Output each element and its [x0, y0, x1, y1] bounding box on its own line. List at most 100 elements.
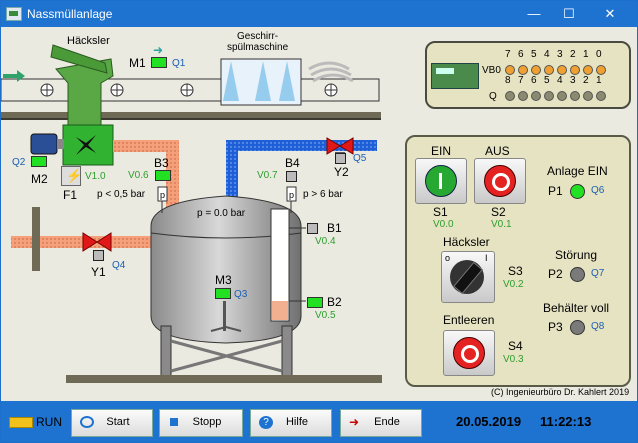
stop-button[interactable]: Stopp [159, 409, 243, 437]
plc-bit-number: 8 [505, 75, 511, 86]
plc-bit-led [518, 91, 528, 101]
plc-bit-number: 2 [583, 75, 589, 86]
q5-label: Q5 [353, 153, 367, 164]
s2-label: S2 [491, 205, 506, 219]
q8-label: Q8 [591, 321, 605, 332]
f1-label: F1 [63, 188, 78, 202]
plc-bit-number: 6 [518, 49, 524, 60]
p3-indicator [570, 320, 585, 335]
plc-bit-number: 2 [570, 49, 576, 60]
p2-label: P2 [548, 267, 563, 281]
plc-bit-led [583, 65, 593, 75]
aus-button[interactable] [474, 158, 526, 204]
plc-bit-led [544, 91, 554, 101]
plc-bit-led [557, 91, 567, 101]
entleeren-label: Entleeren [443, 313, 495, 327]
q7-label: Q7 [591, 268, 605, 279]
plc-bit-led [583, 91, 593, 101]
behaelter-voll-label: Behälter voll [543, 301, 610, 315]
q1-label: Q1 [172, 58, 186, 69]
b1-switch[interactable] [307, 223, 318, 234]
y1-switch[interactable] [93, 250, 104, 261]
v04-label: V0.4 [315, 236, 336, 247]
plc-bit-led [570, 91, 580, 101]
m3-led [215, 288, 231, 299]
b3-led [155, 170, 171, 181]
plc-bit-led [505, 65, 515, 75]
haecksler-label: Häcksler [443, 235, 490, 249]
pressure-readout: p = 0.0 bar [197, 208, 246, 219]
b4-switch[interactable] [286, 171, 297, 182]
plc-bit-number: 1 [583, 49, 589, 60]
q6-label: Q6 [591, 185, 605, 196]
plc-bit-number: 5 [544, 75, 550, 86]
v03-label: V0.3 [503, 354, 524, 365]
start-button[interactable]: Start [71, 409, 153, 437]
p1-indicator [570, 184, 585, 199]
control-panel: EIN AUS S1 V0.0 S2 V0.1 Anlage EIN P1 Q6… [405, 135, 631, 387]
b3-p-text: p [160, 190, 166, 200]
help-button[interactable]: ? Hilfe [250, 409, 332, 437]
m2-led [31, 156, 47, 167]
p3-label: P3 [548, 320, 563, 334]
y1-label: Y1 [91, 265, 106, 279]
plc-bit-led [596, 91, 606, 101]
end-button[interactable]: ➜ Ende [340, 409, 422, 437]
m1-led [151, 57, 167, 68]
p1-label: P1 [548, 184, 563, 198]
m1-label: M1 [129, 56, 146, 70]
haecksler-selector[interactable]: o I [441, 251, 495, 303]
b3-condition: p < 0,5 bar [97, 189, 146, 200]
plc-icon [431, 63, 479, 89]
b1-label: B1 [327, 221, 342, 235]
date-display: 20.05.2019 [456, 414, 522, 429]
plc-row2-label: Q [489, 91, 497, 102]
plc-bit-led [557, 65, 567, 75]
v06-label: V0.6 [128, 170, 149, 181]
m2-label: M2 [31, 172, 48, 186]
plc-bit-number: 0 [596, 49, 602, 60]
plc-bit-number: 4 [544, 49, 550, 60]
p2-indicator [570, 267, 585, 282]
plc-bit-led [518, 65, 528, 75]
copyright-text: (C) Ingenieurbüro Dr. Kahlert 2019 [491, 387, 630, 397]
time-display: 11:22:13 [540, 414, 592, 429]
s1-label: S1 [433, 205, 448, 219]
b2-label: B2 [327, 295, 342, 309]
b3-label: B3 [154, 156, 169, 170]
b4-p-text: p [289, 190, 295, 200]
plc-bit-led [531, 91, 541, 101]
b4-label: B4 [285, 156, 300, 170]
plc-bit-led [596, 65, 606, 75]
plc-bit-number: 7 [505, 49, 511, 60]
aus-label: AUS [485, 144, 510, 158]
ein-label: EIN [431, 144, 452, 158]
v07-label: V0.7 [257, 170, 278, 181]
plc-bit-led [544, 65, 554, 75]
plc-bit-number: 3 [570, 75, 576, 86]
plc-status-panel: VB0 Q 7654321087654321 [425, 41, 631, 109]
plc-bit-number: 3 [557, 49, 563, 60]
run-indicator [9, 417, 33, 428]
s4-label: S4 [508, 339, 523, 353]
b2-led [307, 297, 323, 308]
plc-bit-number: 5 [531, 49, 537, 60]
plc-bit-number: 7 [518, 75, 524, 86]
plc-bit-led [505, 91, 515, 101]
plc-bit-number: 1 [596, 75, 602, 86]
y2-switch[interactable] [335, 153, 346, 164]
b4-condition: p > 6 bar [303, 189, 343, 200]
q4-label: Q4 [112, 260, 126, 271]
q3-label: Q3 [234, 289, 248, 300]
s3-label: S3 [508, 264, 523, 278]
m3-label: M3 [215, 273, 232, 287]
main-window: Nassmüllanlage — ☐ ✕ Häcksler Geschirr- … [0, 0, 638, 443]
arrow-right-icon: ➜ [153, 43, 164, 57]
v10-label: V1.0 [85, 171, 106, 182]
entleeren-button[interactable] [443, 330, 495, 376]
fuse-icon[interactable]: ⚡ [61, 166, 82, 186]
plc-bit-number: 4 [557, 75, 563, 86]
dishwasher-label: Geschirr- spülmaschine [227, 31, 289, 53]
v05-label: V0.5 [315, 310, 336, 321]
ein-button[interactable] [415, 158, 467, 204]
